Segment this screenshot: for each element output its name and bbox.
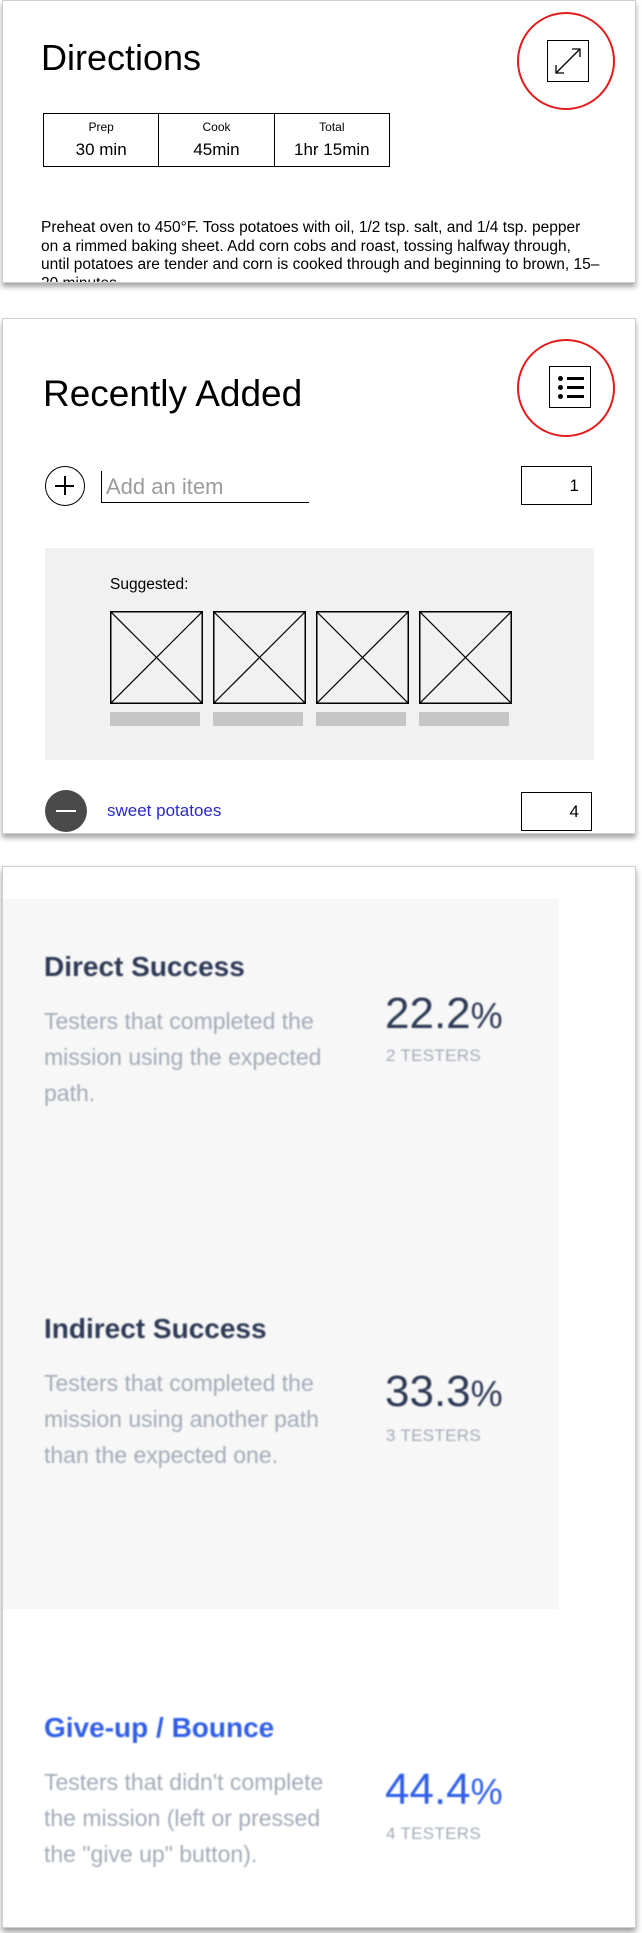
list-item-name[interactable]: sweet potatoes	[107, 801, 221, 821]
percent-value: 44.4	[385, 1765, 471, 1814]
list-row	[558, 376, 584, 381]
cook-time-cell: Cook 45min	[159, 114, 275, 166]
prep-label: Prep	[88, 120, 114, 134]
image-placeholder-icon	[419, 611, 512, 704]
indirect-success-percent: 33.3%	[385, 1367, 503, 1417]
prep-time-cell: Prep 30 min	[44, 114, 160, 166]
suggested-panel: Suggested:	[45, 548, 594, 760]
suggestion-item[interactable]	[213, 611, 306, 726]
cook-label: Cook	[202, 120, 231, 134]
time-summary-table: Prep 30 min Cook 45min Total 1hr 15min	[43, 113, 390, 167]
total-time-cell: Total 1hr 15min	[275, 114, 389, 166]
give-up-bounce-count: 4 TESTERS	[386, 1824, 481, 1843]
total-value: 1hr 15min	[294, 140, 370, 159]
directions-title: Directions	[41, 37, 202, 78]
indirect-success-count: 3 TESTERS	[386, 1426, 481, 1445]
percent-unit: %	[470, 1771, 503, 1812]
indirect-success-title: Indirect Success	[44, 1313, 267, 1344]
suggestion-item[interactable]	[110, 611, 203, 726]
list-row	[558, 394, 584, 399]
give-up-bounce-description: Testers that didn't complete the mission…	[44, 1769, 324, 1867]
suggestion-caption-placeholder	[316, 712, 406, 726]
percent-unit: %	[470, 995, 503, 1036]
give-up-bounce-percent: 44.4%	[385, 1765, 503, 1815]
prep-value: 30 min	[75, 140, 127, 159]
list-row	[558, 385, 584, 390]
percent-value: 22.2	[385, 989, 471, 1038]
direct-success-count: 2 TESTERS	[386, 1046, 481, 1065]
suggestion-caption-placeholder	[419, 712, 509, 726]
image-placeholder-icon	[110, 611, 203, 704]
image-placeholder-icon	[316, 611, 409, 704]
suggestion-item[interactable]	[419, 611, 512, 726]
directions-text: Preheat oven to 450°F. Toss potatoes wit…	[41, 219, 600, 283]
direct-success-percent: 22.2%	[385, 989, 503, 1039]
add-circle-icon[interactable]	[45, 466, 85, 506]
list-icon[interactable]	[549, 366, 591, 408]
expand-button-highlight[interactable]	[517, 12, 615, 110]
suggestion-item[interactable]	[316, 611, 409, 726]
expand-icon[interactable]	[547, 40, 589, 82]
direct-success-title: Direct Success	[44, 951, 245, 982]
add-quantity-field[interactable]: 1	[521, 466, 592, 505]
cook-value: 45min	[193, 140, 240, 159]
item-quantity-field[interactable]: 4	[521, 792, 592, 831]
indirect-success-description: Testers that completed the mission using…	[44, 1370, 319, 1468]
remove-circle-icon[interactable]	[45, 790, 87, 832]
directions-card: Directions Prep 30 min Cook 45min Total …	[2, 0, 636, 283]
mission-stats-card: Direct Success Testers that completed th…	[2, 866, 636, 1928]
list-view-button-highlight[interactable]	[517, 339, 615, 437]
percent-value: 33.3	[385, 1367, 471, 1416]
suggestion-caption-placeholder	[110, 712, 200, 726]
total-label: Total	[319, 120, 345, 134]
recently-added-card: Recently Added 1 Suggested:	[2, 318, 636, 834]
recently-added-title: Recently Added	[43, 373, 303, 414]
give-up-bounce-title: Give-up / Bounce	[44, 1712, 275, 1743]
suggestion-caption-placeholder	[213, 712, 303, 726]
add-item-input[interactable]	[101, 471, 309, 503]
suggested-label: Suggested:	[110, 576, 189, 593]
direct-success-description: Testers that completed the mission using…	[44, 1008, 322, 1106]
image-placeholder-icon	[213, 611, 306, 704]
percent-unit: %	[470, 1373, 503, 1414]
